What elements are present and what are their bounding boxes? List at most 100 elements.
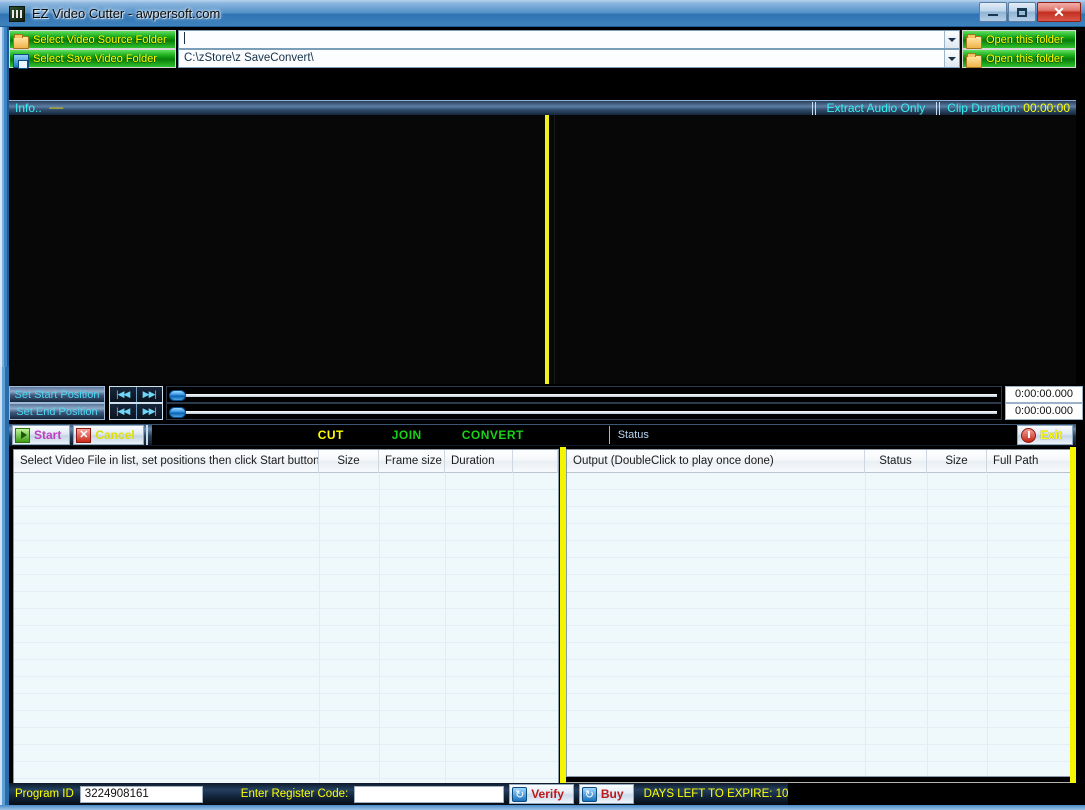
start-button-label: Start: [34, 428, 61, 442]
output-column-status[interactable]: Status: [865, 450, 927, 473]
table-row[interactable]: [14, 626, 558, 643]
end-time-value[interactable]: 0:00:00.000: [1005, 403, 1083, 420]
table-row[interactable]: [567, 660, 1074, 677]
table-row[interactable]: [567, 745, 1074, 762]
preview-divider-thin: [554, 115, 555, 384]
table-row[interactable]: [14, 609, 558, 626]
right-pane-divider: [1070, 447, 1076, 804]
clip-duration-label: Clip Duration:: [947, 101, 1020, 115]
join-mode-option[interactable]: JOIN: [392, 428, 422, 442]
table-row[interactable]: [14, 507, 558, 524]
open-source-folder-button[interactable]: Open this folder: [962, 30, 1076, 49]
table-row[interactable]: [14, 677, 558, 694]
save-path-input[interactable]: C:\zStore\z SaveConvert\: [178, 49, 960, 68]
table-row[interactable]: [14, 473, 558, 490]
input-column-size[interactable]: Size: [319, 450, 379, 473]
skip-forward-icon[interactable]: ▶▶|: [136, 387, 163, 402]
table-row[interactable]: [567, 677, 1074, 694]
table-row[interactable]: [14, 711, 558, 728]
convert-mode-option[interactable]: CONVERT: [462, 428, 524, 442]
buy-button[interactable]: ↻ Buy: [579, 784, 634, 804]
table-row[interactable]: [14, 592, 558, 609]
table-row[interactable]: [14, 490, 558, 507]
info-bar: Info.. ------ Extract Audio Only Clip Du…: [9, 100, 1076, 115]
cancel-button[interactable]: ✕ Cancel: [73, 425, 143, 445]
table-row[interactable]: [14, 643, 558, 660]
maximize-button[interactable]: [1008, 2, 1036, 22]
table-row[interactable]: [567, 711, 1074, 728]
table-row[interactable]: [567, 694, 1074, 711]
source-path-dropdown[interactable]: [944, 31, 959, 48]
table-row[interactable]: [567, 626, 1074, 643]
cut-mode-option[interactable]: CUT: [318, 428, 344, 442]
set-end-position-button[interactable]: Set End Position: [9, 403, 105, 420]
input-file-list[interactable]: Select Video File in list, set positions…: [13, 449, 559, 801]
table-row[interactable]: [14, 694, 558, 711]
table-row[interactable]: [567, 728, 1074, 745]
table-row[interactable]: [14, 728, 558, 745]
input-list-rows[interactable]: [14, 473, 558, 800]
table-row[interactable]: [14, 762, 558, 779]
output-column-size[interactable]: Size: [927, 450, 987, 473]
output-column-fullpath[interactable]: Full Path: [987, 450, 1073, 473]
output-file-list[interactable]: Output (DoubleClick to play once done) S…: [566, 449, 1075, 777]
program-id-value[interactable]: 3224908161: [80, 786, 203, 803]
input-column-extra[interactable]: [513, 450, 558, 473]
table-row[interactable]: [14, 558, 558, 575]
refresh-icon: ↻: [582, 787, 597, 802]
skip-forward-icon[interactable]: ▶▶|: [136, 404, 163, 419]
start-slider-thumb[interactable]: [169, 390, 186, 401]
input-column-duration[interactable]: Duration: [445, 450, 513, 473]
register-code-input[interactable]: [354, 786, 504, 803]
input-column-framesize[interactable]: Frame size: [379, 450, 445, 473]
table-row[interactable]: [567, 507, 1074, 524]
table-row[interactable]: [567, 541, 1074, 558]
table-row[interactable]: [14, 745, 558, 762]
open-save-folder-label: Open this folder: [986, 53, 1064, 65]
table-row[interactable]: [14, 575, 558, 592]
verify-button[interactable]: ↻ Verify: [509, 784, 574, 804]
preview-divider: [545, 115, 549, 384]
set-start-position-button[interactable]: Set Start Position: [9, 386, 105, 403]
close-button[interactable]: ✕: [1037, 2, 1081, 22]
select-save-video-folder-button[interactable]: Select Save Video Folder: [9, 49, 176, 68]
close-x-icon: ✕: [76, 428, 91, 443]
save-path-dropdown[interactable]: [944, 50, 959, 67]
open-source-folder-label: Open this folder: [986, 34, 1064, 46]
skip-back-icon[interactable]: |◀◀: [110, 404, 136, 419]
source-path-input[interactable]: [178, 30, 960, 49]
table-row[interactable]: [567, 643, 1074, 660]
open-save-folder-button[interactable]: Open this folder: [962, 49, 1076, 68]
exit-button[interactable]: Exit: [1017, 425, 1073, 445]
table-row[interactable]: [567, 592, 1074, 609]
table-row[interactable]: [14, 660, 558, 677]
output-list-rows[interactable]: [567, 473, 1074, 776]
table-row[interactable]: [567, 558, 1074, 575]
end-position-row: Set End Position |◀◀ ▶▶| 0:00:00.000: [9, 403, 1076, 420]
end-position-slider[interactable]: [166, 403, 1002, 420]
start-position-slider[interactable]: [166, 386, 1002, 403]
table-row[interactable]: [567, 575, 1074, 592]
table-row[interactable]: [14, 524, 558, 541]
end-slider-thumb[interactable]: [169, 407, 186, 418]
minimize-button[interactable]: [979, 2, 1007, 22]
cancel-button-label: Cancel: [95, 428, 134, 442]
extract-audio-only-toggle[interactable]: Extract Audio Only: [817, 101, 936, 115]
output-column-name[interactable]: Output (DoubleClick to play once done): [567, 450, 865, 473]
table-row[interactable]: [14, 541, 558, 558]
input-column-name[interactable]: Select Video File in list, set positions…: [14, 450, 319, 473]
table-row[interactable]: [567, 609, 1074, 626]
start-time-value[interactable]: 0:00:00.000: [1005, 386, 1083, 403]
skip-back-icon[interactable]: |◀◀: [110, 387, 136, 402]
start-button[interactable]: Start: [12, 425, 70, 445]
input-list-header: Select Video File in list, set positions…: [14, 450, 558, 473]
operation-strip: CUT JOIN CONVERT Status: [152, 425, 1017, 445]
video-preview-area[interactable]: [9, 115, 1076, 384]
select-video-source-folder-button[interactable]: Select Video Source Folder: [9, 30, 176, 49]
table-row[interactable]: [567, 762, 1074, 777]
table-row[interactable]: [567, 490, 1074, 507]
table-row[interactable]: [567, 473, 1074, 490]
table-row[interactable]: [567, 524, 1074, 541]
app-icon: [9, 6, 25, 22]
folder-icon: [13, 33, 29, 47]
